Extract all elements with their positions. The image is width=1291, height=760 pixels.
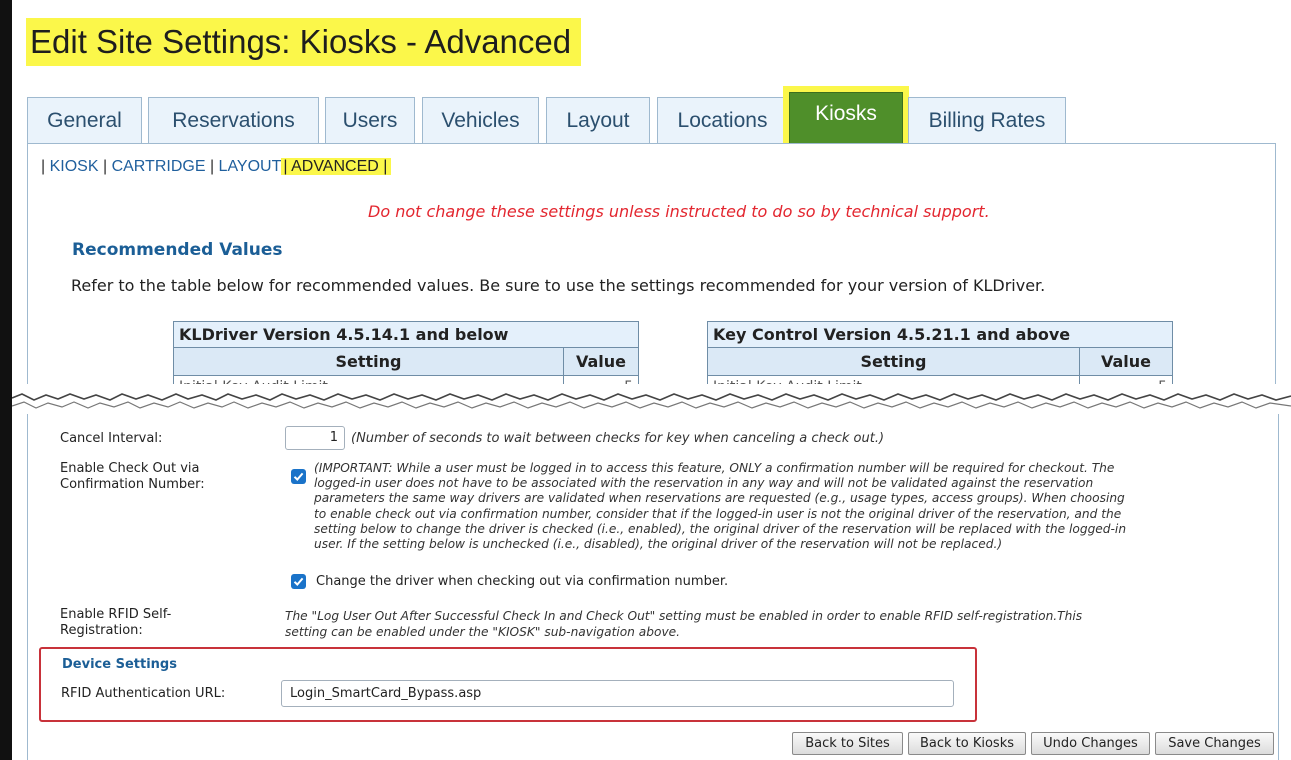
rfid-self-registration-note: The "Log User Out After Successful Check… <box>285 609 1083 639</box>
device-settings-title: Device Settings <box>62 657 177 672</box>
cancel-interval-label: Cancel Interval: <box>60 431 163 446</box>
column-header-value: Value <box>1079 347 1173 376</box>
change-driver-checkbox[interactable] <box>291 574 306 589</box>
table-caption: Key Control Version 4.5.21.1 and above <box>707 321 1173 348</box>
recommended-values-title: Recommended Values <box>72 240 283 260</box>
change-driver-label: Change the driver when checking out via … <box>316 574 729 589</box>
warning-message: Do not change these settings unless inst… <box>368 202 990 221</box>
table-caption: KLDriver Version 4.5.14.1 and below <box>173 321 639 348</box>
rfid-url-label: RFID Authentication URL: <box>61 686 226 701</box>
settings-panel-lower: Cancel Interval: 1 (Number of seconds to… <box>27 414 1279 760</box>
tab-general[interactable]: General <box>27 97 142 144</box>
recommended-values-text: Refer to the table below for recommended… <box>71 276 1046 295</box>
subnav-cartridge[interactable]: CARTRIDGE <box>112 158 206 175</box>
rfid-url-input[interactable]: Login_SmartCard_Bypass.asp <box>281 680 954 707</box>
cancel-interval-hint: (Number of seconds to wait between check… <box>351 431 885 446</box>
tab-locations[interactable]: Locations <box>657 97 788 144</box>
column-header-setting: Setting <box>173 347 564 376</box>
column-header-setting: Setting <box>707 347 1080 376</box>
back-to-kiosks-button[interactable]: Back to Kiosks <box>908 732 1026 755</box>
subnav-advanced[interactable]: ADVANCED <box>291 158 379 175</box>
subnav-advanced-highlight: | ADVANCED | <box>281 158 392 175</box>
subnav-kiosk[interactable]: KIOSK <box>50 158 99 175</box>
check-out-confirmation-label: Enable Check Out via Confirmation Number… <box>60 461 205 492</box>
page-title: Edit Site Settings: Kiosks - Advanced <box>26 18 582 66</box>
tab-users[interactable]: Users <box>325 97 415 144</box>
cancel-interval-input[interactable]: 1 <box>285 426 345 450</box>
checkmark-icon <box>293 577 304 586</box>
back-to-sites-button[interactable]: Back to Sites <box>792 732 903 755</box>
left-border <box>0 0 12 760</box>
tab-layout[interactable]: Layout <box>546 97 650 144</box>
tab-reservations[interactable]: Reservations <box>148 97 319 144</box>
subnav-layout[interactable]: LAYOUT <box>219 158 282 175</box>
tab-vehicles[interactable]: Vehicles <box>422 97 539 144</box>
settings-panel-upper: | KIOSK | CARTRIDGE | LAYOUT | ADVANCED |… <box>27 143 1276 398</box>
column-header-value: Value <box>563 347 639 376</box>
save-changes-button[interactable]: Save Changes <box>1155 732 1274 755</box>
tab-kiosks-label: Kiosks <box>789 92 903 144</box>
tab-billing-rates[interactable]: Billing Rates <box>908 97 1066 144</box>
sub-navigation: | KIOSK | CARTRIDGE | LAYOUT | ADVANCED | <box>41 154 392 180</box>
undo-changes-button[interactable]: Undo Changes <box>1031 732 1150 755</box>
check-out-confirmation-checkbox[interactable] <box>291 469 306 484</box>
rfid-self-registration-label: Enable RFID Self- Registration: <box>60 607 172 638</box>
page: Edit Site Settings: Kiosks - Advanced Ge… <box>0 0 1291 760</box>
check-out-confirmation-note: (IMPORTANT: While a user must be logged … <box>314 461 1127 552</box>
tab-kiosks[interactable]: Kiosks <box>783 86 909 144</box>
checkmark-icon <box>293 472 304 481</box>
